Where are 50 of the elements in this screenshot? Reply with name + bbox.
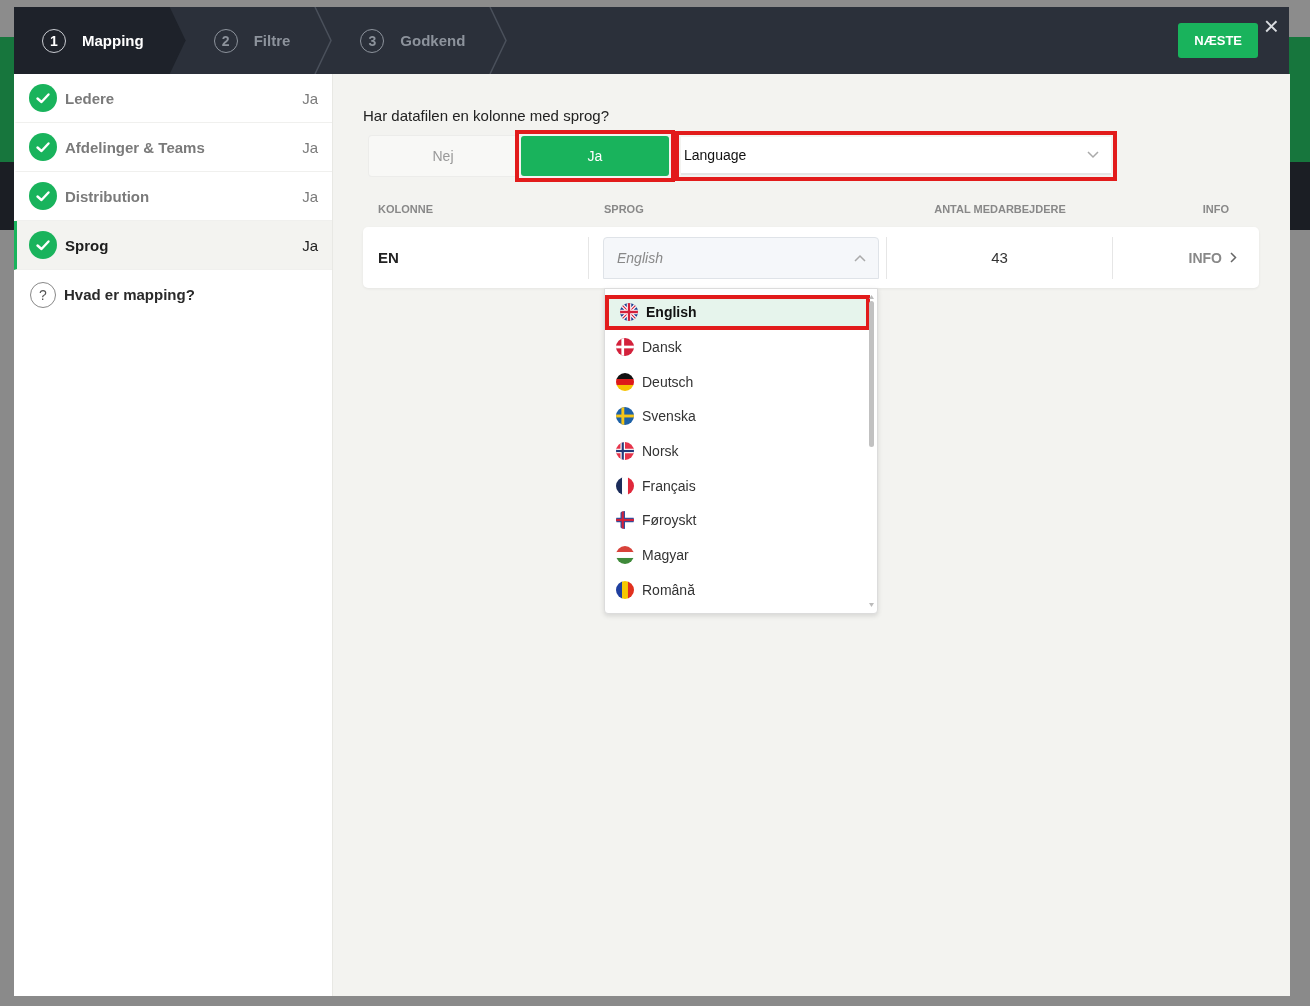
- dropdown-option[interactable]: Norsk: [605, 433, 869, 469]
- dropdown-option[interactable]: Dansk: [605, 329, 869, 365]
- column-select[interactable]: Language: [681, 136, 1111, 175]
- item-label: Ledere: [65, 89, 116, 107]
- item-value: Ja: [302, 236, 318, 254]
- item-value: Ja: [302, 138, 318, 156]
- column-header: SPROG: [603, 203, 645, 215]
- flag-icon: [616, 441, 634, 460]
- item-value: Ja: [302, 89, 318, 107]
- flag-icon: [616, 407, 634, 426]
- step-tab[interactable]: 3 Godkend: [332, 7, 504, 74]
- table-cell: EN: [378, 249, 399, 266]
- column-header: ANTAL MEDARBEJDERE: [933, 203, 1067, 215]
- chevron-divider-icon: [489, 7, 508, 74]
- step-tab[interactable]: 2 Filtre: [185, 7, 329, 74]
- dropdown-option[interactable]: Føroyskt: [605, 502, 869, 538]
- flag-icon: [616, 372, 634, 391]
- flag-icon: [616, 476, 634, 495]
- item-label: Afdelinger & Teams: [65, 138, 206, 156]
- step-tab[interactable]: 1 Mapping: [14, 7, 186, 74]
- flag-icon: [620, 303, 638, 321]
- close-button[interactable]: ×: [1263, 13, 1279, 39]
- flag-icon: [616, 545, 634, 564]
- help-link[interactable]: ? Hvad er mapping?: [14, 270, 332, 319]
- chevron-right-icon: [1230, 252, 1237, 263]
- table-cell: 43: [991, 249, 1008, 266]
- dropdown-option[interactable]: Deutsch: [605, 364, 869, 399]
- info-link[interactable]: INFO: [1188, 249, 1222, 266]
- chevron-up-icon: [854, 253, 866, 262]
- dropdown-option[interactable]: Magyar: [605, 537, 869, 573]
- column-header: INFO: [1201, 203, 1230, 215]
- dropdown-option[interactable]: Français: [605, 468, 869, 503]
- sidebar-item[interactable]: Ledere Ja: [14, 74, 332, 123]
- sidebar-item[interactable]: Afdelinger & Teams Ja: [14, 123, 332, 172]
- column-header: KOLONNE: [377, 203, 434, 215]
- dropdown-option[interactable]: English: [609, 298, 866, 326]
- question-label: Har datafilen en kolonne med sprog?: [363, 107, 610, 124]
- flag-icon: [616, 511, 634, 530]
- flag-icon: [616, 337, 634, 356]
- chevron-divider-icon: [314, 7, 333, 74]
- chevron-down-icon: [1087, 150, 1099, 159]
- sidebar-item[interactable]: Sprog Ja: [14, 221, 332, 270]
- help-label: Hvad er mapping?: [64, 286, 195, 303]
- item-value: Ja: [302, 187, 318, 205]
- scrollbar[interactable]: [868, 292, 875, 609]
- flag-icon: [616, 580, 634, 599]
- item-label: Distribution: [65, 187, 151, 205]
- dropdown-option[interactable]: Română: [605, 572, 869, 607]
- dropdown-option[interactable]: Svenska: [605, 398, 869, 434]
- item-label: Sprog: [65, 236, 110, 254]
